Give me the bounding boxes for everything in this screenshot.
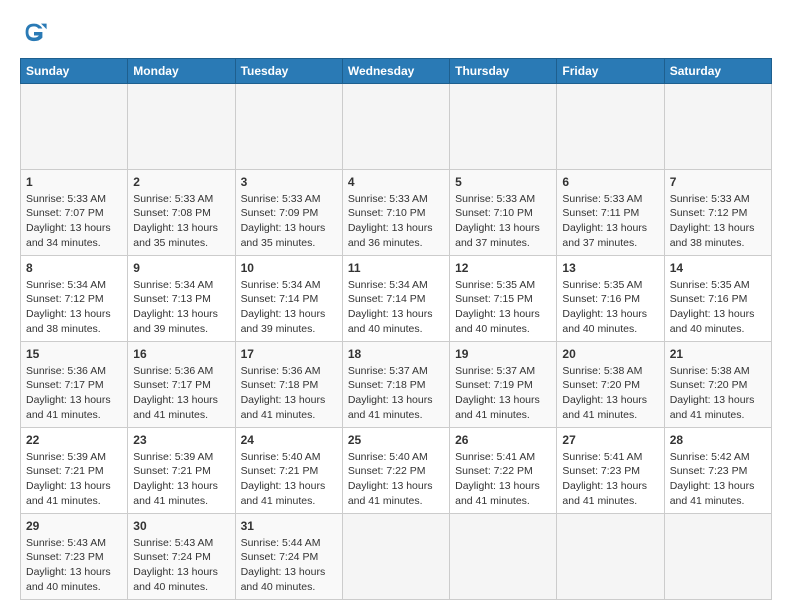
calendar-cell: 31Sunrise: 5:44 AMSunset: 7:24 PMDayligh… [235,514,342,600]
col-thursday: Thursday [450,59,557,84]
day-number: 9 [133,260,229,277]
calendar-cell [342,514,449,600]
calendar-cell: 27Sunrise: 5:41 AMSunset: 7:23 PMDayligh… [557,428,664,514]
calendar-cell: 11Sunrise: 5:34 AMSunset: 7:14 PMDayligh… [342,256,449,342]
calendar-cell: 29Sunrise: 5:43 AMSunset: 7:23 PMDayligh… [21,514,128,600]
day-number: 15 [26,346,122,363]
calendar-cell: 10Sunrise: 5:34 AMSunset: 7:14 PMDayligh… [235,256,342,342]
calendar-cell: 18Sunrise: 5:37 AMSunset: 7:18 PMDayligh… [342,342,449,428]
calendar-cell: 30Sunrise: 5:43 AMSunset: 7:24 PMDayligh… [128,514,235,600]
calendar-cell [664,84,771,170]
day-number: 10 [241,260,337,277]
calendar-cell [450,84,557,170]
calendar-cell: 2Sunrise: 5:33 AMSunset: 7:08 PMDaylight… [128,170,235,256]
day-number: 5 [455,174,551,191]
day-number: 16 [133,346,229,363]
calendar-cell: 25Sunrise: 5:40 AMSunset: 7:22 PMDayligh… [342,428,449,514]
day-number: 23 [133,432,229,449]
day-number: 2 [133,174,229,191]
calendar-cell [21,84,128,170]
day-number: 3 [241,174,337,191]
calendar-cell: 16Sunrise: 5:36 AMSunset: 7:17 PMDayligh… [128,342,235,428]
calendar-cell: 7Sunrise: 5:33 AMSunset: 7:12 PMDaylight… [664,170,771,256]
day-number: 22 [26,432,122,449]
calendar-cell: 3Sunrise: 5:33 AMSunset: 7:09 PMDaylight… [235,170,342,256]
col-wednesday: Wednesday [342,59,449,84]
day-number: 30 [133,518,229,535]
day-number: 26 [455,432,551,449]
calendar-cell: 19Sunrise: 5:37 AMSunset: 7:19 PMDayligh… [450,342,557,428]
calendar-cell: 15Sunrise: 5:36 AMSunset: 7:17 PMDayligh… [21,342,128,428]
day-number: 21 [670,346,766,363]
calendar-cell [235,84,342,170]
day-number: 11 [348,260,444,277]
calendar-cell: 1Sunrise: 5:33 AMSunset: 7:07 PMDaylight… [21,170,128,256]
page-container: Sunday Monday Tuesday Wednesday Thursday… [0,0,792,610]
calendar-cell: 5Sunrise: 5:33 AMSunset: 7:10 PMDaylight… [450,170,557,256]
calendar-cell: 4Sunrise: 5:33 AMSunset: 7:10 PMDaylight… [342,170,449,256]
day-number: 14 [670,260,766,277]
calendar-cell: 20Sunrise: 5:38 AMSunset: 7:20 PMDayligh… [557,342,664,428]
header [20,18,772,46]
calendar-cell [128,84,235,170]
calendar-cell: 12Sunrise: 5:35 AMSunset: 7:15 PMDayligh… [450,256,557,342]
calendar-cell [557,84,664,170]
calendar-cell: 28Sunrise: 5:42 AMSunset: 7:23 PMDayligh… [664,428,771,514]
calendar-cell [342,84,449,170]
calendar-cell [664,514,771,600]
day-number: 29 [26,518,122,535]
day-number: 31 [241,518,337,535]
logo-icon [20,18,48,46]
calendar-cell: 22Sunrise: 5:39 AMSunset: 7:21 PMDayligh… [21,428,128,514]
calendar-cell [450,514,557,600]
calendar-cell: 8Sunrise: 5:34 AMSunset: 7:12 PMDaylight… [21,256,128,342]
day-number: 19 [455,346,551,363]
col-friday: Friday [557,59,664,84]
day-number: 27 [562,432,658,449]
calendar-cell: 26Sunrise: 5:41 AMSunset: 7:22 PMDayligh… [450,428,557,514]
calendar-cell: 14Sunrise: 5:35 AMSunset: 7:16 PMDayligh… [664,256,771,342]
day-number: 20 [562,346,658,363]
day-number: 7 [670,174,766,191]
calendar-table: Sunday Monday Tuesday Wednesday Thursday… [20,58,772,600]
day-number: 6 [562,174,658,191]
col-tuesday: Tuesday [235,59,342,84]
calendar-cell: 9Sunrise: 5:34 AMSunset: 7:13 PMDaylight… [128,256,235,342]
col-saturday: Saturday [664,59,771,84]
calendar-cell: 6Sunrise: 5:33 AMSunset: 7:11 PMDaylight… [557,170,664,256]
calendar-cell: 23Sunrise: 5:39 AMSunset: 7:21 PMDayligh… [128,428,235,514]
col-monday: Monday [128,59,235,84]
logo [20,18,52,46]
header-row: Sunday Monday Tuesday Wednesday Thursday… [21,59,772,84]
calendar-cell [557,514,664,600]
calendar-cell: 17Sunrise: 5:36 AMSunset: 7:18 PMDayligh… [235,342,342,428]
day-number: 25 [348,432,444,449]
col-sunday: Sunday [21,59,128,84]
day-number: 13 [562,260,658,277]
calendar-cell: 13Sunrise: 5:35 AMSunset: 7:16 PMDayligh… [557,256,664,342]
day-number: 4 [348,174,444,191]
calendar-cell: 24Sunrise: 5:40 AMSunset: 7:21 PMDayligh… [235,428,342,514]
day-number: 18 [348,346,444,363]
day-number: 1 [26,174,122,191]
day-number: 8 [26,260,122,277]
day-number: 12 [455,260,551,277]
calendar-cell: 21Sunrise: 5:38 AMSunset: 7:20 PMDayligh… [664,342,771,428]
day-number: 17 [241,346,337,363]
day-number: 24 [241,432,337,449]
day-number: 28 [670,432,766,449]
